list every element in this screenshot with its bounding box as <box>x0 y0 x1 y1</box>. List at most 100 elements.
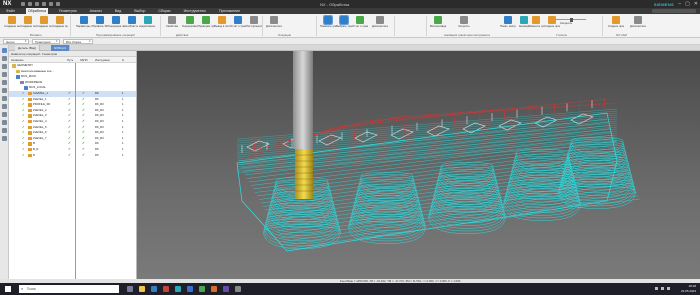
excel-icon[interactable] <box>199 286 205 292</box>
assembly-navigator-icon[interactable] <box>2 72 7 77</box>
ribbon-button[interactable]: Создание операции <box>36 16 52 28</box>
ribbon-command-icon <box>168 16 176 24</box>
ribbon-button[interactable]: Свойства <box>164 16 180 28</box>
animation-speed-slider[interactable] <box>556 17 586 22</box>
reuse-library-icon[interactable] <box>2 88 7 93</box>
menu-item[interactable]: Приложение <box>217 9 242 13</box>
ribbon-button[interactable]: Создание инструмента <box>4 16 20 28</box>
ribbon-button[interactable]: Генерировать траекторию <box>182 16 198 28</box>
clock[interactable]: 18:18 23.05.2023 <box>681 284 696 293</box>
ribbon-button-label: Дополнительно <box>372 25 388 28</box>
copy-icon[interactable] <box>49 2 53 6</box>
folder-icon <box>12 64 16 68</box>
ribbon-group-label: Программирование операций <box>96 33 135 37</box>
system-tray <box>655 287 670 290</box>
search-icon: ⌕ <box>21 286 24 291</box>
edge-browser-icon[interactable] <box>151 286 157 292</box>
ribbon-separator <box>426 16 427 36</box>
ribbon-button[interactable]: На область обработки <box>124 16 140 28</box>
minimize-button[interactable]: – <box>678 1 681 7</box>
operation-icon <box>28 108 32 113</box>
menu-item[interactable]: Инструменты <box>182 9 208 13</box>
process-studio-icon[interactable] <box>2 120 7 125</box>
ribbon-button[interactable]: Проверка траектории <box>198 16 214 28</box>
ribbon-button[interactable]: Профиль 3D <box>92 16 108 28</box>
ribbon-button[interactable]: Дополнительно <box>266 16 282 28</box>
ribbon-button[interactable]: Показать траекторию <box>320 15 336 28</box>
ribbon-button[interactable]: Отчет о траектории <box>230 16 246 28</box>
history-icon[interactable] <box>2 112 7 117</box>
graphics-viewport[interactable] <box>137 51 700 279</box>
machine-tool-navigator-icon[interactable] <box>2 56 7 61</box>
menu-item[interactable]: Геометрия <box>57 9 79 13</box>
network-icon[interactable] <box>655 287 658 290</box>
hd3d-tools-icon[interactable] <box>2 96 7 101</box>
ribbon-command-icon <box>548 16 556 24</box>
ribbon-button[interactable]: Создать процесс <box>608 16 624 28</box>
task-view-icon[interactable] <box>127 286 133 292</box>
ribbon-command-icon <box>339 15 349 25</box>
ribbon-button[interactable]: Воспроизведение <box>430 16 446 28</box>
operation-navigator-icon[interactable] <box>2 48 7 53</box>
ribbon-button[interactable]: Дополнительно <box>372 16 388 28</box>
constraint-navigator-icon[interactable] <box>2 80 7 85</box>
ribbon-button[interactable]: Выбрать траекторию <box>336 15 352 28</box>
ribbon-command-icon <box>323 15 333 25</box>
menu-item[interactable]: Вид <box>113 9 124 13</box>
redo-icon[interactable] <box>35 2 39 6</box>
maximize-button[interactable]: ▢ <box>685 1 690 7</box>
web-browser-icon[interactable] <box>2 104 7 109</box>
ribbon-button[interactable]: Создать программу <box>544 16 560 28</box>
ribbon-button[interactable]: Создание программы <box>52 16 68 28</box>
ribbon-button-label: Генерация программ <box>108 25 124 28</box>
ribbon-button[interactable]: Вывод в постпроцессор <box>214 16 230 28</box>
paste-icon[interactable] <box>56 2 60 6</box>
ribbon-button[interactable]: Генерация программ <box>108 16 124 28</box>
filter-scope-select[interactable]: Вся сборка ▼ <box>63 38 93 44</box>
tab-label: Деталь (Вид) <box>18 46 37 50</box>
ribbon-command-icon <box>144 16 152 24</box>
filter-object-select[interactable]: Траектория ▼ <box>32 38 60 44</box>
ribbon-group-label: Действия <box>176 33 189 37</box>
nx-app-icon[interactable] <box>211 286 217 292</box>
ribbon-command-icon <box>234 16 242 24</box>
menu-item[interactable]: Файл <box>4 9 17 13</box>
system-materials-icon[interactable] <box>2 136 7 141</box>
ribbon-button[interactable]: Дополнительно <box>630 16 646 28</box>
roles-icon[interactable] <box>2 128 7 133</box>
ribbon-button[interactable]: Отчет о траектории инструмента <box>352 16 368 28</box>
filter-type-select[interactable]: Целое ▼ <box>3 38 29 44</box>
word-icon[interactable] <box>187 286 193 292</box>
filter-object-value: Траектория <box>35 39 51 44</box>
battery-icon[interactable] <box>667 287 670 290</box>
cut-icon[interactable] <box>42 2 46 6</box>
menu-item[interactable]: Анализ <box>88 9 104 13</box>
coordinate-system-icon <box>16 75 20 79</box>
ribbon-command-icon <box>96 16 104 24</box>
ribbon-button[interactable]: Адаптивное фрезерование <box>140 16 156 28</box>
save-icon[interactable] <box>21 2 25 6</box>
file-explorer-icon[interactable] <box>139 286 145 292</box>
opera-browser-icon[interactable] <box>163 286 169 292</box>
close-button[interactable]: ✕ <box>694 1 698 7</box>
taskbar-search-input[interactable]: ⌕ Поиск <box>19 285 119 293</box>
navigator-row[interactable]: ✓ D ✓ ✓ D5 1 <box>9 153 136 159</box>
part-navigator-icon[interactable] <box>2 64 7 69</box>
menu-item[interactable]: Выбор <box>132 9 147 13</box>
windows-start-icon[interactable] <box>5 286 11 292</box>
volume-icon[interactable] <box>661 287 664 290</box>
settings-icon[interactable] <box>235 286 241 292</box>
ribbon-button[interactable]: Постпроцессирование <box>246 16 262 28</box>
chrome-browser-icon[interactable] <box>175 286 181 292</box>
undo-icon[interactable] <box>28 2 32 6</box>
ribbon-button[interactable]: Скорость <box>456 16 472 28</box>
teams-icon[interactable] <box>223 286 229 292</box>
ribbon-button[interactable]: Создание геометрии <box>20 16 36 28</box>
menu-item[interactable]: Сборки <box>156 9 172 13</box>
ribbon-button[interactable]: Показ. инстр. <box>500 16 516 28</box>
clock-date: 23.05.2023 <box>680 288 696 293</box>
ribbon-button[interactable]: Изменить траекторию <box>528 16 544 28</box>
navigator-tree: GEOMETRY Неиспользованные эле... MCS_MAIN W… <box>9 63 136 158</box>
command-search-input[interactable] <box>652 9 696 13</box>
ribbon-button[interactable]: Паpаметры фрезерования <box>76 16 92 28</box>
